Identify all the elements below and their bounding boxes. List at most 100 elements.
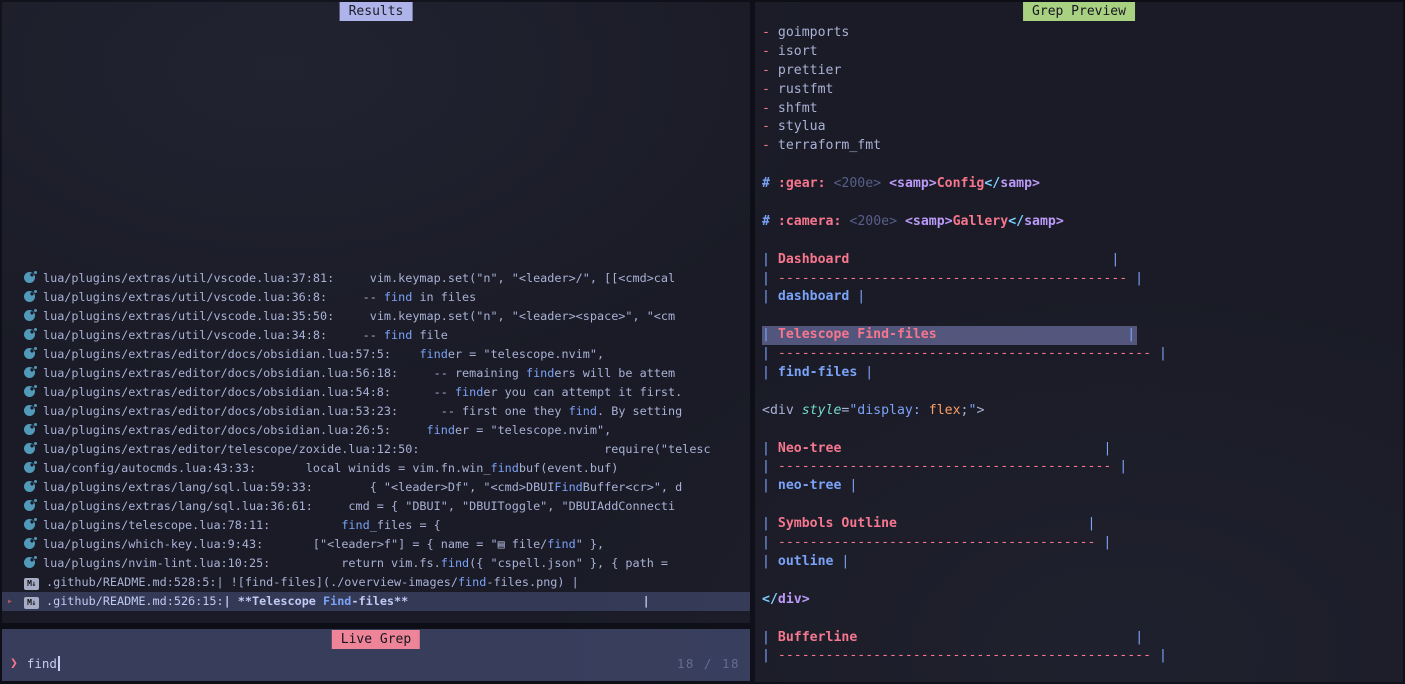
text-segment: - <box>762 44 778 59</box>
prompt-caret-icon: ❯ <box>10 656 18 671</box>
preview-line: # :gear: <200e> <samp>Config</samp> <box>762 175 1403 194</box>
text-segment: find <box>384 328 412 342</box>
lua-file-icon <box>24 443 35 454</box>
preview-line: | --------------------------------------… <box>762 270 1403 289</box>
lua-file-icon <box>24 538 35 549</box>
result-row[interactable]: lua/plugins/nvim-lint.lua:10:25: return … <box>2 554 750 573</box>
result-path: lua/plugins/extras/editor/telescope/zoxi… <box>43 442 419 456</box>
preview-line: # :camera: <200e> <samp>Gallery</samp> <box>762 213 1403 232</box>
result-row[interactable]: lua/plugins/which-key.lua:9:43: ["<leade… <box>2 535 750 554</box>
text-segment: find-files <box>778 365 857 380</box>
text-segment <box>391 347 419 361</box>
text-segment: neo-tree <box>778 478 842 493</box>
text-segment: -files.png) | <box>486 575 578 589</box>
text-segment: | <box>762 271 778 286</box>
result-row[interactable]: lua/plugins/extras/lang/sql.lua:59:33: {… <box>2 478 750 497</box>
result-row[interactable]: lua/plugins/extras/editor/docs/obsidian.… <box>2 345 750 364</box>
results-panel: Results lua/plugins/extras/util/vscode.l… <box>2 2 750 623</box>
text-segment: | <box>762 441 778 456</box>
text-segment: find <box>526 366 554 380</box>
text-segment: find <box>547 537 575 551</box>
result-row[interactable]: lua/plugins/extras/editor/telescope/zoxi… <box>2 440 750 459</box>
preview-line: - shfmt <box>762 100 1403 119</box>
text-segment <box>897 516 1088 531</box>
result-row[interactable]: lua/plugins/extras/util/vscode.lua:37:81… <box>2 269 750 288</box>
text-segment: | <box>643 594 650 608</box>
text-segment: require("telesc <box>419 442 710 456</box>
text-segment: flex <box>929 403 961 418</box>
result-row[interactable]: lua/plugins/extras/util/vscode.lua:34:8:… <box>2 326 750 345</box>
text-segment: find <box>569 404 597 418</box>
text-segment: - <box>762 82 778 97</box>
text-segment: ["<leader>f"] = { name = "▤ file/ <box>263 537 547 551</box>
text-segment: -- <box>327 328 384 342</box>
text-segment: </ <box>984 176 1000 191</box>
result-path: lua/plugins/extras/util/vscode.lua:34:8: <box>43 328 327 342</box>
text-segment: local winids = vim.fn.win_ <box>256 461 490 475</box>
preview-line: | --------------------------------------… <box>762 647 1403 666</box>
text-segment: Buffer<cr>", d <box>583 480 682 494</box>
lua-file-icon <box>24 481 35 492</box>
preview-line <box>762 232 1403 251</box>
preview-line: | neo-tree | <box>762 477 1403 496</box>
text-segment <box>841 441 1103 456</box>
preview-line <box>762 156 1403 175</box>
result-row[interactable]: lua/plugins/extras/editor/docs/obsidian.… <box>2 421 750 440</box>
markdown-file-icon: M↓ <box>24 597 39 609</box>
result-row[interactable]: lua/plugins/extras/lang/sql.lua:36:61: c… <box>2 497 750 516</box>
text-segment: -- remaining <box>398 366 526 380</box>
lua-file-icon <box>24 329 35 340</box>
text-cursor <box>58 656 60 671</box>
preview-line <box>762 421 1403 440</box>
text-segment: | <box>762 459 778 474</box>
text-segment: | <box>1111 459 1127 474</box>
result-row[interactable]: ▸M↓.github/README.md:526:15:| **Telescop… <box>2 592 750 611</box>
preview-line: - prettier <box>762 62 1403 81</box>
prompt-line[interactable]: ❯ find 18 / 18 <box>2 648 750 679</box>
result-row[interactable]: lua/plugins/extras/editor/docs/obsidian.… <box>2 402 750 421</box>
result-row[interactable]: lua/plugins/extras/editor/docs/obsidian.… <box>2 364 750 383</box>
preview-line: | --------------------------------------… <box>762 458 1403 477</box>
text-segment: - <box>762 101 778 116</box>
preview-line: | Bufferline | <box>762 629 1403 648</box>
text-segment: in files <box>412 290 476 304</box>
text-segment <box>391 423 427 437</box>
text-segment: "display: <box>849 403 928 418</box>
text-segment: | <box>833 554 849 569</box>
result-row[interactable]: lua/plugins/extras/util/vscode.lua:35:50… <box>2 307 750 326</box>
result-row[interactable]: lua/plugins/extras/editor/docs/obsidian.… <box>2 383 750 402</box>
text-segment: . By setting <box>597 404 682 418</box>
text-segment <box>849 252 1111 267</box>
text-segment: :gear: <box>778 176 826 191</box>
result-row[interactable]: M↓.github/README.md:528:5:| ![find-files… <box>2 573 750 592</box>
text-segment: Find <box>554 480 582 494</box>
preview-line: - terraform_fmt <box>762 137 1403 156</box>
text-segment: cmd = { "DBUI", "DBUIToggle", "DBUIAddCo… <box>313 499 675 513</box>
text-segment: outline <box>778 554 834 569</box>
result-path: lua/plugins/extras/editor/docs/obsidian.… <box>43 366 398 380</box>
text-segment: | <box>1095 535 1111 550</box>
result-row[interactable]: lua/config/autocmds.lua:43:33: local win… <box>2 459 750 478</box>
text-segment: > <box>976 403 984 418</box>
lua-file-icon <box>24 348 35 359</box>
text-segment: ----------------------------------------… <box>778 459 1111 474</box>
text-segment: Telescope Find-files <box>778 327 937 342</box>
text-segment: -- first one they <box>398 404 568 418</box>
preview-line: | dashboard | <box>762 288 1403 307</box>
result-row[interactable]: lua/plugins/extras/util/vscode.lua:36:8:… <box>2 288 750 307</box>
grep-query-input[interactable]: find <box>27 656 57 671</box>
text-segment: | <box>1103 441 1111 456</box>
text-segment: | <box>1151 346 1167 361</box>
result-row[interactable]: lua/plugins/telescope.lua:78:11: find_fi… <box>2 516 750 535</box>
lua-file-icon <box>24 386 35 397</box>
text-segment: rustfmt <box>778 82 834 97</box>
preview-line: | --------------------------------------… <box>762 534 1403 553</box>
text-segment: samp> <box>1000 176 1040 191</box>
result-path: lua/plugins/extras/editor/docs/obsidian.… <box>43 404 398 418</box>
text-segment <box>408 594 642 608</box>
preview-line: | Symbols Outline | <box>762 515 1403 534</box>
text-segment: find <box>427 423 455 437</box>
preview-line: - rustfmt <box>762 81 1403 100</box>
text-segment: :camera: <box>778 214 842 229</box>
result-path: lua/plugins/telescope.lua:78:11: <box>43 518 270 532</box>
